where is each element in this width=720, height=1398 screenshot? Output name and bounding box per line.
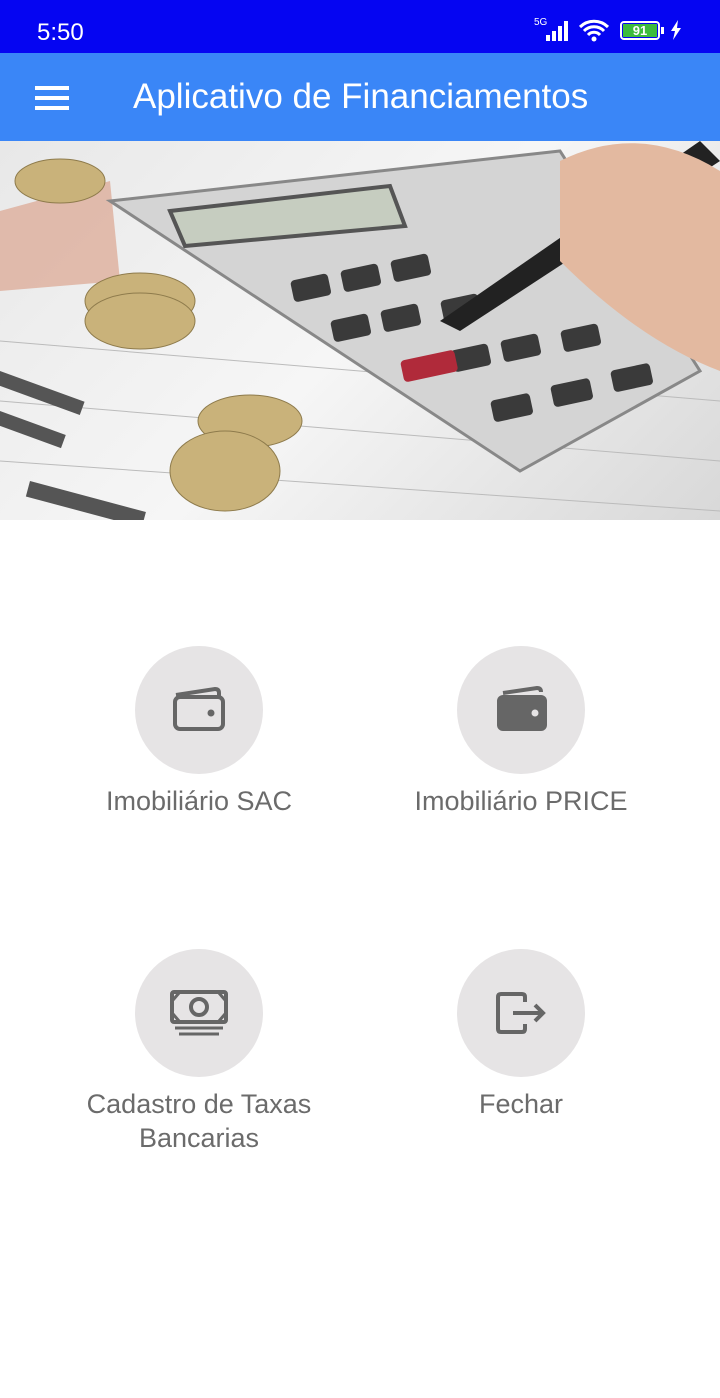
network-type: 5G (534, 17, 548, 28)
wallet-filled-icon (497, 685, 547, 731)
cellular-signal-icon: 5G (534, 17, 568, 41)
menu-item-label: Imobiliário PRICE (414, 786, 628, 816)
menu-item-label: Fechar (478, 1089, 564, 1119)
status-time: 5:50 (37, 19, 84, 46)
label-line-2: Bancarias (138, 1123, 260, 1153)
app-title: Aplicativo de Financiamentos (133, 77, 589, 116)
money-bill-icon (170, 990, 228, 1036)
menu-item-cadastro-taxas[interactable]: Cadastro de Taxas Bancarias (39, 949, 359, 1155)
menu-item-circle[interactable] (135, 949, 263, 1077)
charging-icon (671, 20, 681, 40)
menu-item-fechar[interactable]: Fechar (361, 949, 681, 1121)
status-bar: 5:50 5G 91 (0, 0, 720, 53)
hamburger-menu-icon[interactable] (35, 86, 69, 110)
menu-item-imobiliario-sac[interactable]: Imobiliário SAC (39, 646, 359, 818)
calculator-coins-photo (0, 141, 720, 520)
wallet-outline-icon (173, 686, 225, 731)
hero-image (0, 141, 720, 520)
app-bar: Aplicativo de Financiamentos (0, 53, 720, 141)
battery-icon: 91 (620, 20, 664, 40)
battery-level: 91 (623, 23, 657, 37)
wifi-icon (578, 19, 610, 42)
exit-icon (496, 992, 546, 1034)
menu-item-circle[interactable] (135, 646, 263, 774)
menu-item-circle[interactable] (457, 949, 585, 1077)
menu-item-circle[interactable] (457, 646, 585, 774)
label-line-1: Cadastro de Taxas (86, 1089, 312, 1119)
menu-item-label: Cadastro de Taxas Bancarias (39, 1087, 359, 1155)
menu-item-label: Imobiliário SAC (105, 786, 293, 816)
menu-item-imobiliario-price[interactable]: Imobiliário PRICE (361, 646, 681, 818)
